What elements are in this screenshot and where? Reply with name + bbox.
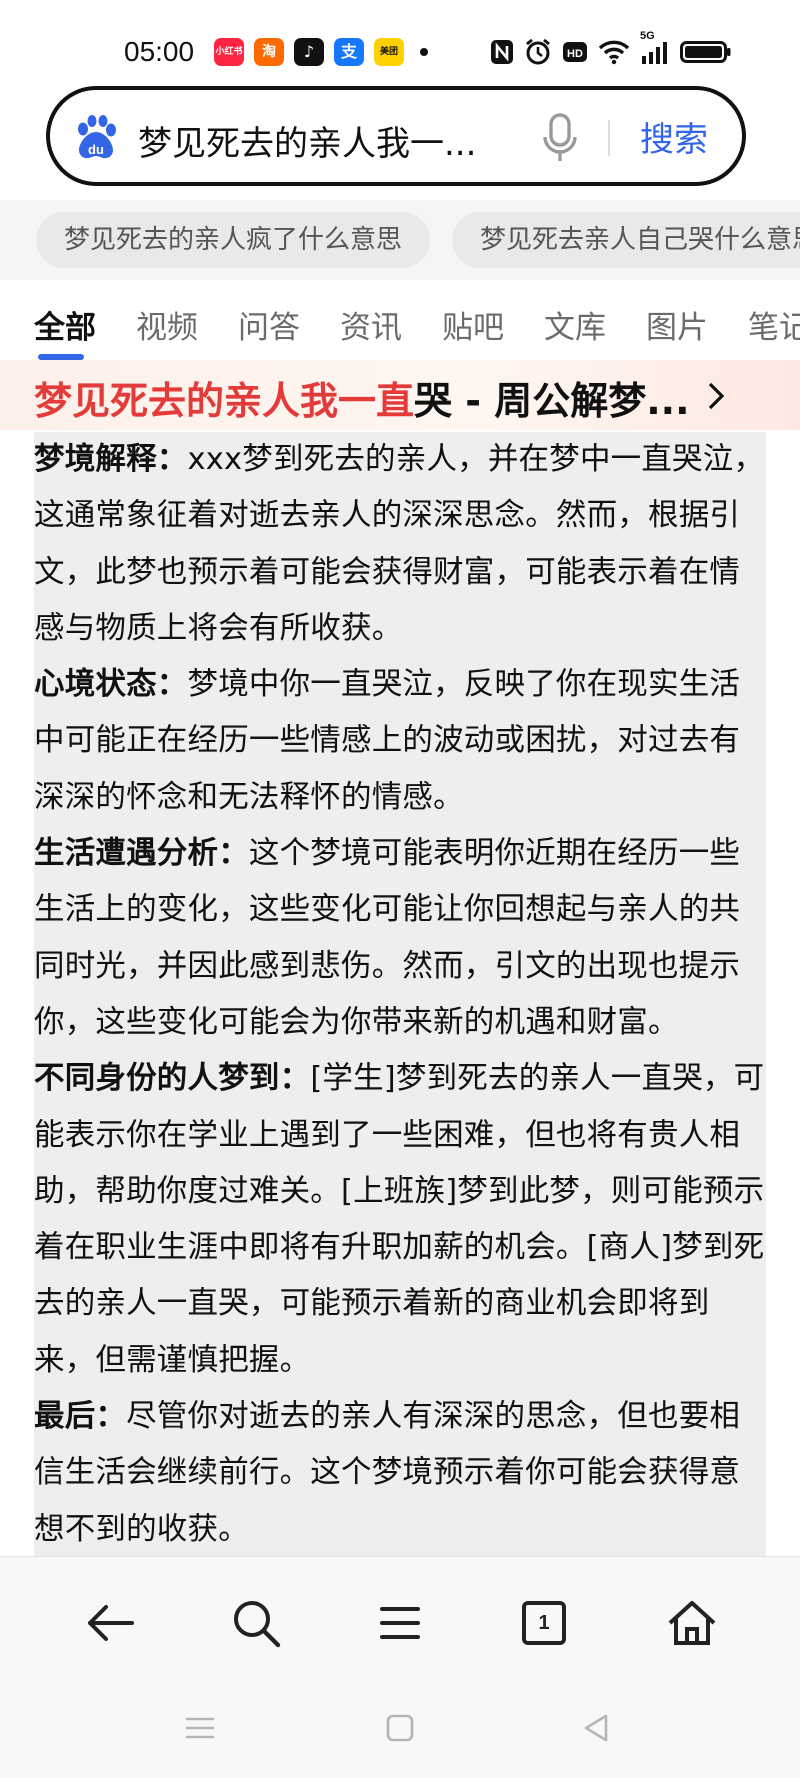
- nfc-icon: [490, 39, 514, 65]
- paragraph-label: 生活遭遇分析：: [34, 836, 249, 872]
- taobao-icon: 淘: [254, 38, 284, 66]
- wifi-icon: [598, 39, 630, 65]
- baidu-paw-icon: du: [78, 115, 116, 159]
- suggestion-chip[interactable]: 梦见死去的亲人疯了什么意思: [36, 212, 431, 268]
- cellular-signal-icon: 5G: [640, 30, 670, 65]
- article-paragraph: 生活遭遇分析：这个梦境可能表明你近期在经历一些生活上的变化，这些变化可能让你回想…: [34, 826, 766, 1051]
- paragraph-label: 最后：: [34, 1399, 127, 1435]
- paragraph-text: 尽管你对逝去的亲人有深深的思念，但也要相信生活会继续前行。这个梦境预示着你可能会…: [34, 1399, 741, 1547]
- paragraph-text: [学生]梦到死去的亲人一直哭，可能表示你在学业上遇到了一些困难，但也将有贵人相助…: [34, 1061, 765, 1378]
- back-triangle-icon[interactable]: [580, 1712, 612, 1744]
- battery-icon: [680, 39, 732, 65]
- article-paragraph: 最后：尽管你对逝去的亲人有深深的思念，但也要相信生活会继续前行。这个梦境预示着你…: [34, 1389, 766, 1556]
- paragraph-label: 不同身份的人梦到：: [34, 1061, 311, 1097]
- home-button-icon[interactable]: [384, 1712, 416, 1744]
- tab-wenku[interactable]: 文库: [544, 302, 606, 347]
- tab-qa[interactable]: 问答: [238, 302, 300, 347]
- search-bar[interactable]: du 梦见死去的亲人我一... 搜索: [46, 86, 746, 186]
- article-paragraph: 梦境解释：xxx梦到死去的亲人，并在梦中一直哭泣，这通常象征着对逝去亲人的深深思…: [34, 432, 766, 657]
- tab-count-number: 1: [538, 1612, 550, 1634]
- result-title-highlight: 梦见死去的亲人我一直: [34, 379, 415, 423]
- svg-text:HD: HD: [567, 48, 583, 60]
- xiaohongshu-icon: 小红书: [214, 38, 244, 66]
- result-title-link[interactable]: 梦见死去的亲人我一直哭 - 周公解梦...: [34, 370, 690, 425]
- home-icon[interactable]: [664, 1595, 720, 1651]
- related-search-chips: 梦见死去的亲人疯了什么意思 梦见死去亲人自己哭什么意思: [0, 200, 800, 280]
- suggestion-chip[interactable]: 梦见死去亲人自己哭什么意思: [452, 212, 800, 268]
- meituan-icon: 美团: [374, 38, 404, 66]
- menu-icon[interactable]: [372, 1595, 428, 1651]
- back-arrow-icon[interactable]: [82, 1595, 138, 1651]
- system-nav-bar: [0, 1686, 800, 1778]
- tab-news[interactable]: 资讯: [340, 302, 402, 347]
- alipay-icon: 支: [334, 38, 364, 66]
- microphone-icon[interactable]: [540, 112, 580, 164]
- more-notifications-icon: [420, 48, 428, 56]
- alarm-icon: [524, 38, 552, 66]
- dream-interpretation-article: 梦境解释：xxx梦到死去的亲人，并在梦中一直哭泣，这通常象征着对逝去亲人的深深思…: [34, 432, 766, 1556]
- hd-icon: HD: [562, 40, 588, 64]
- svg-text:du: du: [88, 142, 104, 157]
- network-type-label: 5G: [640, 30, 655, 42]
- result-title-rest: 哭 - 周公解梦...: [414, 379, 690, 423]
- result-tabs: 全部 视频 问答 资讯 贴吧 文库 图片 笔记: [0, 290, 800, 360]
- search-button[interactable]: 搜索: [640, 112, 708, 161]
- paragraph-label: 心境状态：: [34, 667, 188, 703]
- tab-notes[interactable]: 笔记: [748, 302, 800, 347]
- paragraph-label: 梦境解释：: [34, 442, 188, 477]
- browser-bottom-nav: 1: [0, 1556, 800, 1687]
- notification-app-icons: 小红书 淘 ♪ 支 美团: [214, 38, 428, 66]
- search-input[interactable]: 梦见死去的亲人我一...: [138, 116, 476, 165]
- recents-icon[interactable]: [184, 1712, 216, 1744]
- tab-images[interactable]: 图片: [646, 302, 708, 347]
- douyin-icon: ♪: [294, 38, 324, 66]
- status-time: 05:00: [124, 36, 195, 67]
- tab-tieba[interactable]: 贴吧: [442, 302, 504, 347]
- article-paragraph: 心境状态：梦境中你一直哭泣，反映了你在现实生活中可能正在经历一些情感上的波动或困…: [34, 657, 766, 826]
- tab-all[interactable]: 全部: [34, 302, 96, 347]
- article-paragraph: 不同身份的人梦到：[学生]梦到死去的亲人一直哭，可能表示你在学业上遇到了一些困难…: [34, 1051, 766, 1389]
- status-bar: 05:00 小红书 淘 ♪ 支 美团 HD 5G: [0, 0, 800, 80]
- chevron-right-icon[interactable]: [704, 378, 728, 414]
- search-divider: [608, 120, 610, 156]
- system-status-icons: HD 5G: [490, 30, 732, 66]
- search-icon[interactable]: [228, 1595, 284, 1651]
- tabs-count-button[interactable]: 1: [516, 1595, 572, 1651]
- tab-video[interactable]: 视频: [136, 302, 198, 347]
